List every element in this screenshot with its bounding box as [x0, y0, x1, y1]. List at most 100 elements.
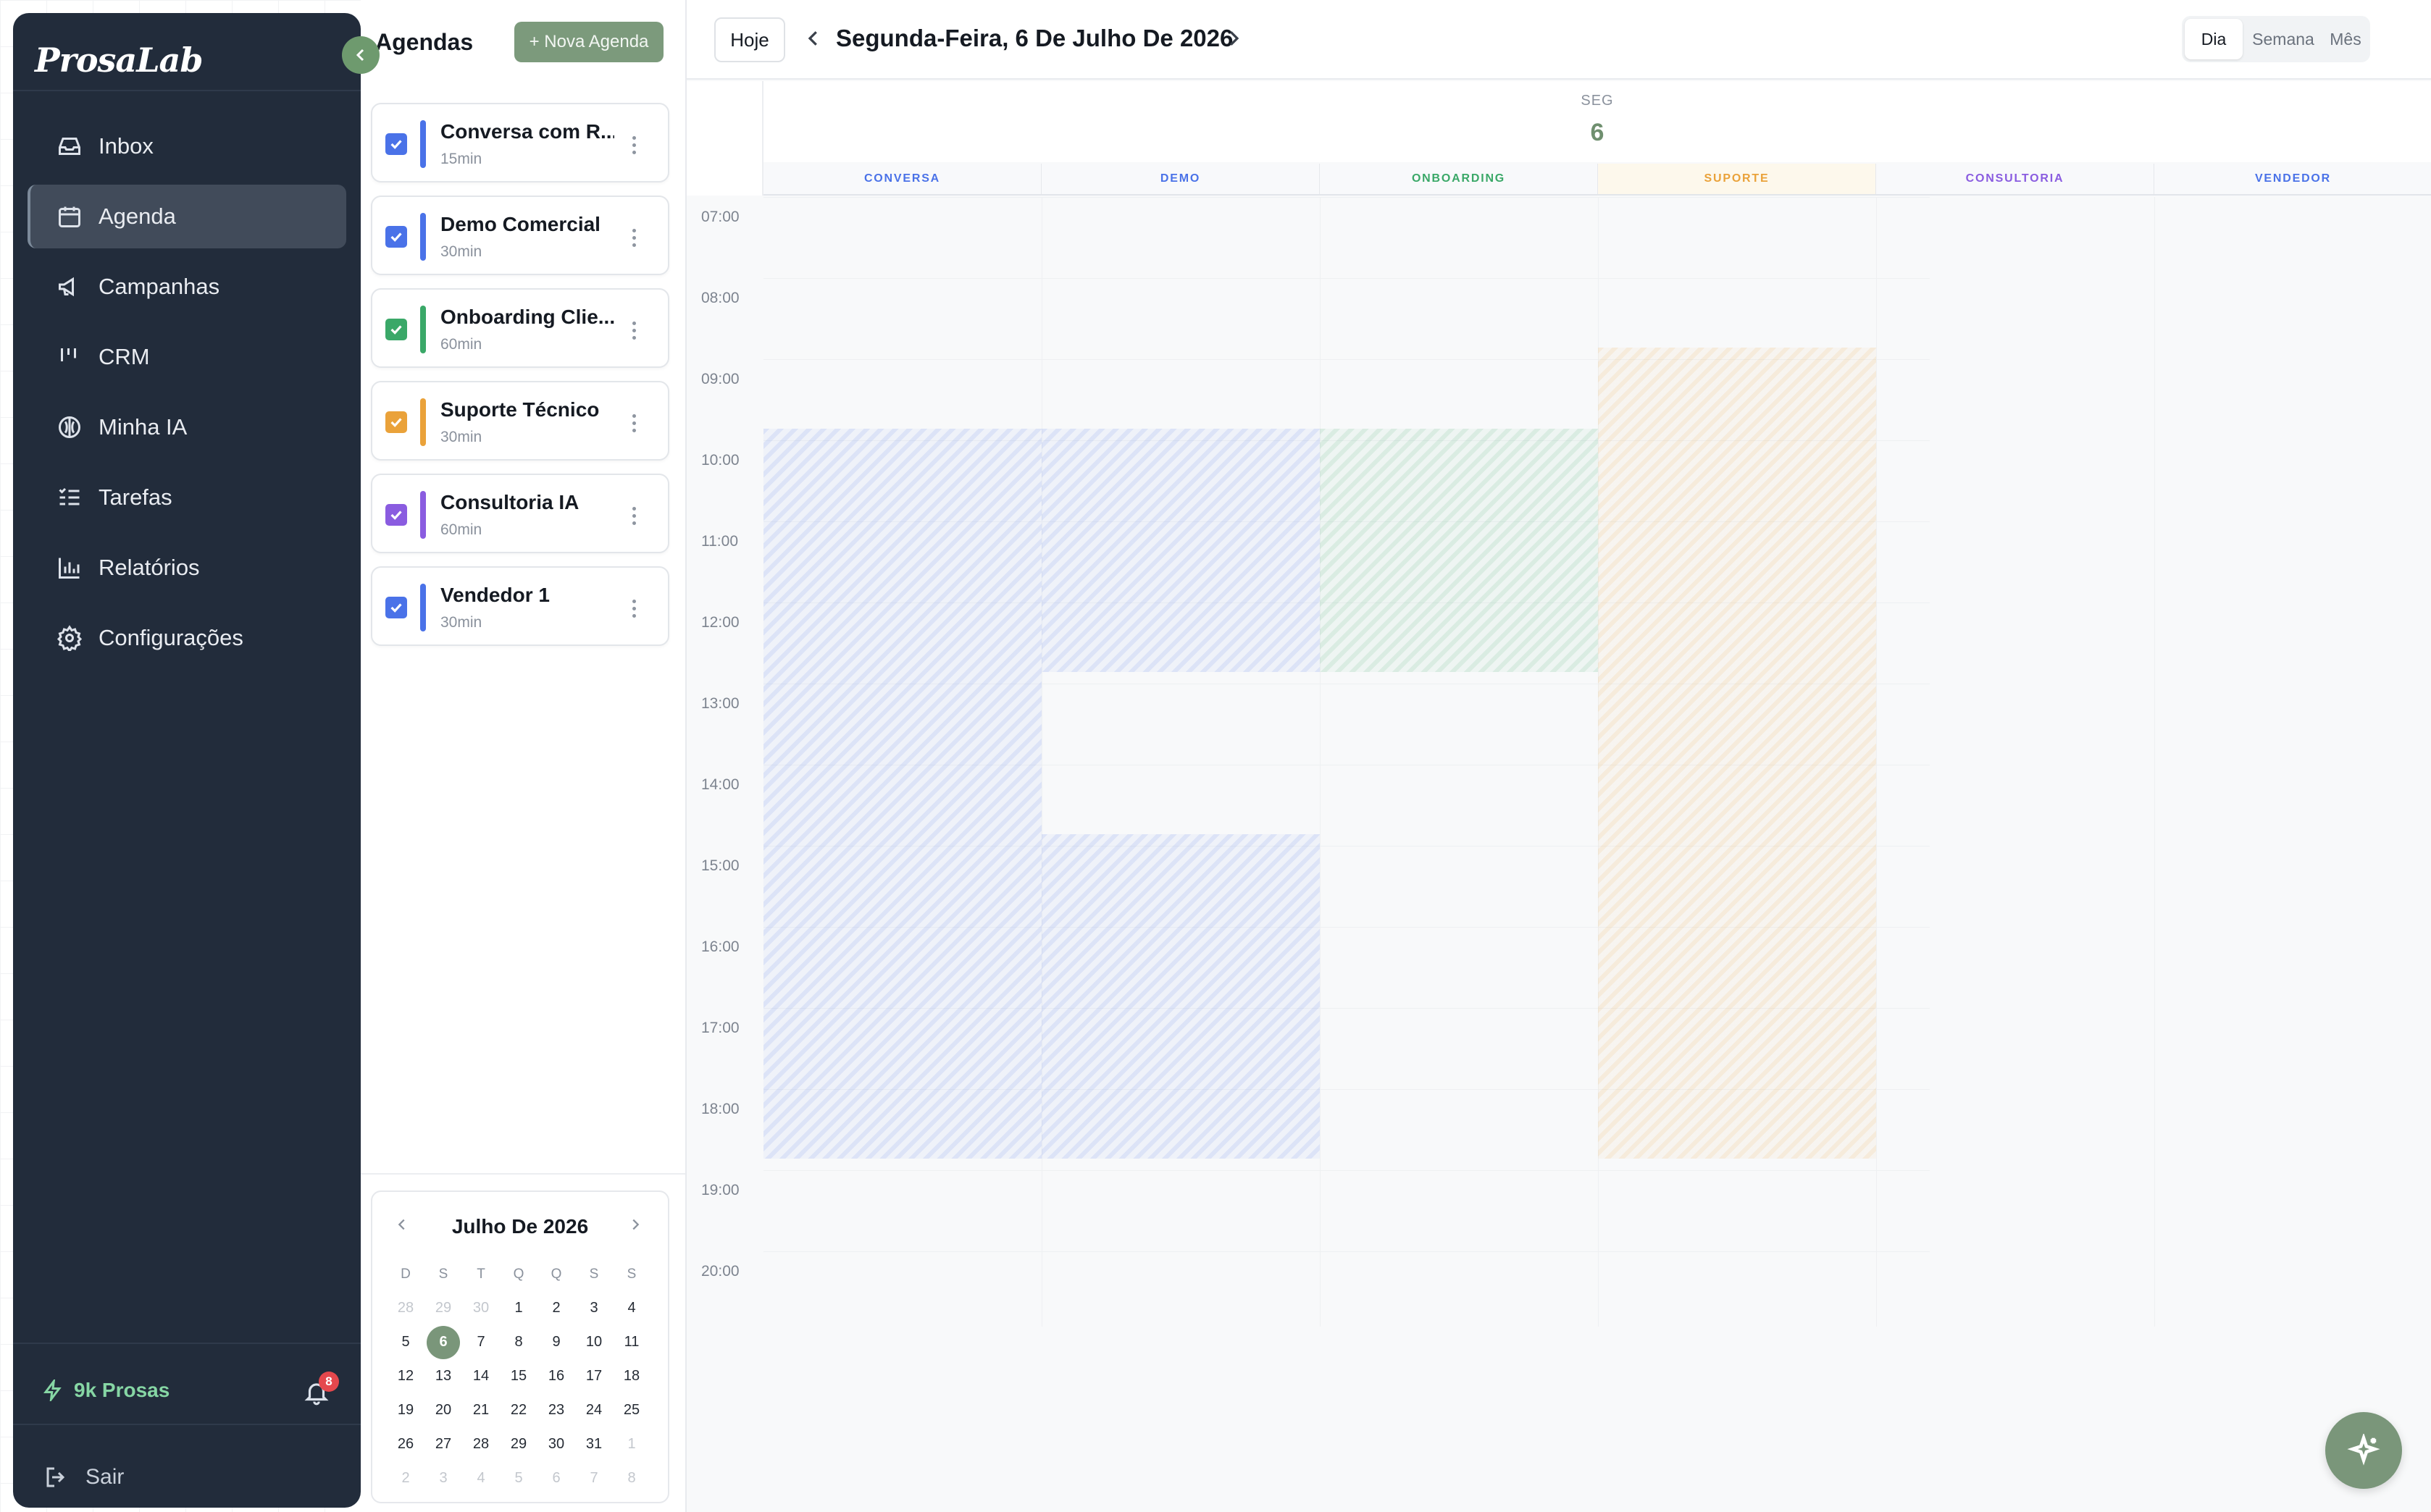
- agenda-checkbox[interactable]: [385, 319, 407, 340]
- mini-calendar-day[interactable]: 5: [500, 1461, 537, 1495]
- mini-calendar-next-button[interactable]: [627, 1217, 646, 1235]
- mini-calendar-day[interactable]: 27: [424, 1427, 462, 1461]
- nav-item-configuracoes[interactable]: Configurações: [28, 606, 346, 670]
- mini-calendar-day[interactable]: 6: [537, 1461, 575, 1495]
- agenda-card[interactable]: Conversa com R... 15min: [371, 103, 669, 182]
- mini-calendar-day[interactable]: 17: [575, 1359, 613, 1393]
- mini-calendar-day[interactable]: 2: [537, 1291, 575, 1325]
- agenda-card[interactable]: Vendedor 1 30min: [371, 566, 669, 646]
- time-grid: 07:00 08:00 09:00 10:00 11:00 12:00 13:00 14:00…: [687, 197, 2431, 1327]
- check-icon: [390, 140, 402, 149]
- agenda-card[interactable]: Consultoria IA 60min: [371, 474, 669, 553]
- availability-block[interactable]: [1042, 834, 1320, 1159]
- mini-calendar-day[interactable]: 24: [575, 1393, 613, 1427]
- availability-block[interactable]: [763, 429, 1042, 1159]
- collapse-sidebar-button[interactable]: [342, 36, 380, 74]
- mini-calendar-day[interactable]: 13: [424, 1359, 462, 1393]
- mini-calendar-day[interactable]: 21: [462, 1393, 500, 1427]
- mini-calendar-day[interactable]: 29: [500, 1427, 537, 1461]
- mini-calendar-day[interactable]: 25: [613, 1393, 650, 1427]
- day-calendar: Hoje Segunda-Feira, 6 De Julho De 2026 D…: [687, 0, 2431, 1512]
- availability-block[interactable]: [1042, 429, 1320, 672]
- agenda-card[interactable]: Suporte Técnico 30min: [371, 381, 669, 461]
- agenda-checkbox[interactable]: [385, 411, 407, 433]
- mini-calendar-day[interactable]: 6: [424, 1325, 462, 1359]
- mini-calendar-day[interactable]: 30: [462, 1291, 500, 1325]
- mini-calendar-day[interactable]: 3: [424, 1461, 462, 1495]
- logout-button[interactable]: Sair: [43, 1464, 124, 1490]
- mini-calendar-day[interactable]: 16: [537, 1359, 575, 1393]
- agenda-checkbox[interactable]: [385, 597, 407, 618]
- ai-assistant-button[interactable]: [2325, 1412, 2402, 1489]
- mini-calendar-day[interactable]: 18: [613, 1359, 650, 1393]
- mini-calendar-day[interactable]: 2: [387, 1461, 424, 1495]
- next-day-button[interactable]: [1223, 28, 1247, 52]
- more-options-icon[interactable]: [623, 408, 645, 437]
- notifications-button[interactable]: 8: [303, 1372, 339, 1406]
- agenda-card[interactable]: Demo Comercial 30min: [371, 196, 669, 275]
- day-of-week: SEG: [1581, 93, 1614, 109]
- agenda-checkbox[interactable]: [385, 133, 407, 155]
- nav-item-minha-ia[interactable]: Minha IA: [28, 395, 346, 459]
- mini-calendar-day[interactable]: 19: [387, 1393, 424, 1427]
- mini-calendar-day[interactable]: 29: [424, 1291, 462, 1325]
- column-header: ONBOARDING: [1320, 164, 1598, 194]
- view-week-button[interactable]: Semana: [2243, 19, 2324, 59]
- mini-calendar-day[interactable]: 4: [613, 1291, 650, 1325]
- mini-calendar-day[interactable]: 31: [575, 1427, 613, 1461]
- nav-item-relatorios[interactable]: Relatórios: [28, 536, 346, 600]
- credits-label: 9k Prosas: [74, 1379, 170, 1401]
- more-options-icon[interactable]: [623, 130, 645, 159]
- mini-calendar-day[interactable]: 22: [500, 1393, 537, 1427]
- more-options-icon[interactable]: [623, 316, 645, 345]
- mini-calendar-day[interactable]: 26: [387, 1427, 424, 1461]
- mini-calendar-day[interactable]: 30: [537, 1427, 575, 1461]
- mini-calendar-day[interactable]: 10: [575, 1325, 613, 1359]
- mini-calendar-day[interactable]: 15: [500, 1359, 537, 1393]
- mini-calendar-day[interactable]: 1: [500, 1291, 537, 1325]
- mini-calendar-day[interactable]: 23: [537, 1393, 575, 1427]
- more-options-icon[interactable]: [623, 223, 645, 252]
- time-label: 08:00: [701, 290, 740, 306]
- nav-item-agenda[interactable]: Agenda: [28, 185, 346, 248]
- credits-indicator[interactable]: 9k Prosas: [42, 1379, 170, 1402]
- time-label: 19:00: [701, 1182, 740, 1198]
- time-label: 13:00: [701, 695, 740, 712]
- mini-calendar-day[interactable]: 9: [537, 1325, 575, 1359]
- today-button[interactable]: Hoje: [714, 17, 785, 62]
- mini-calendar-day[interactable]: 4: [462, 1461, 500, 1495]
- mini-calendar-day[interactable]: 11: [613, 1325, 650, 1359]
- more-options-icon[interactable]: [623, 594, 645, 623]
- view-month-button[interactable]: Mês: [2324, 19, 2367, 59]
- mini-calendar-day[interactable]: 14: [462, 1359, 500, 1393]
- mini-calendar-day[interactable]: 1: [613, 1427, 650, 1461]
- gear-icon: [57, 625, 83, 651]
- mini-calendar-day[interactable]: 7: [575, 1461, 613, 1495]
- availability-block[interactable]: [1320, 429, 1598, 672]
- more-options-icon[interactable]: [623, 501, 645, 530]
- weekday-label: D: [401, 1266, 411, 1282]
- app-logo[interactable]: ProsaLab: [35, 41, 204, 80]
- new-agenda-button[interactable]: + Nova Agenda: [514, 22, 664, 62]
- nav-item-crm[interactable]: CRM: [28, 325, 346, 389]
- availability-block[interactable]: [1598, 348, 1876, 1159]
- view-day-button[interactable]: Dia: [2185, 19, 2243, 59]
- mini-calendar-day[interactable]: 28: [387, 1291, 424, 1325]
- agenda-color-bar: [420, 584, 426, 631]
- mini-calendar-day[interactable]: 28: [462, 1427, 500, 1461]
- agenda-checkbox[interactable]: [385, 226, 407, 248]
- agenda-checkbox[interactable]: [385, 504, 407, 526]
- mini-calendar-day[interactable]: 3: [575, 1291, 613, 1325]
- mini-calendar-day[interactable]: 5: [387, 1325, 424, 1359]
- mini-calendar-day[interactable]: 12: [387, 1359, 424, 1393]
- nav-item-inbox[interactable]: Inbox: [28, 114, 346, 178]
- previous-day-button[interactable]: [803, 28, 827, 52]
- mini-calendar-day[interactable]: 7: [462, 1325, 500, 1359]
- mini-calendar-day[interactable]: 8: [500, 1325, 537, 1359]
- column-header: CONSULTORIA: [1876, 164, 2154, 194]
- mini-calendar-day[interactable]: 8: [613, 1461, 650, 1495]
- agenda-card[interactable]: Onboarding Clie... 60min: [371, 288, 669, 368]
- mini-calendar-day[interactable]: 20: [424, 1393, 462, 1427]
- nav-item-campanhas[interactable]: Campanhas: [28, 255, 346, 319]
- nav-item-tarefas[interactable]: Tarefas: [28, 466, 346, 529]
